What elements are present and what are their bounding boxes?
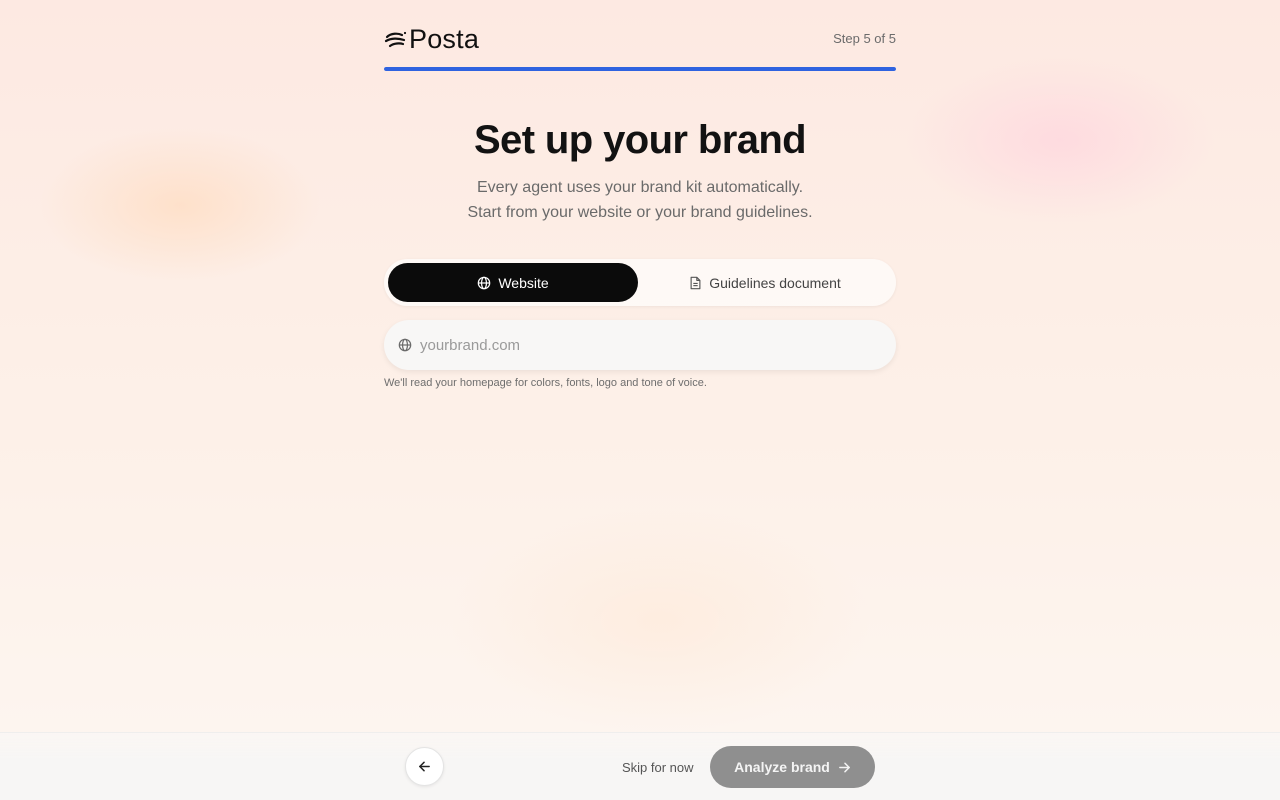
- progress-bar: [384, 67, 896, 71]
- document-icon: [690, 276, 701, 289]
- globe-icon: [478, 276, 491, 289]
- tab-website[interactable]: Website: [388, 263, 638, 302]
- globe-icon: [398, 338, 412, 352]
- tab-guidelines-label: Guidelines document: [709, 274, 841, 291]
- website-url-input[interactable]: [420, 336, 860, 354]
- page-subtitle: Every agent uses your brand kit automati…: [384, 175, 896, 225]
- posta-logo: Posta: [384, 24, 479, 54]
- subtitle-line-2: Start from your website or your brand gu…: [467, 204, 813, 221]
- subtitle-line-1: Every agent uses your brand kit automati…: [476, 179, 804, 196]
- website-url-field: [384, 320, 896, 370]
- analyze-brand-button[interactable]: Analyze brand: [710, 746, 875, 788]
- arrow-right-icon: [838, 762, 850, 772]
- tab-website-label: Website: [498, 274, 549, 291]
- skip-for-now-link[interactable]: Skip for now: [622, 760, 694, 775]
- footer-bar: Skip for now Analyze brand: [0, 732, 1280, 800]
- back-button[interactable]: [405, 747, 444, 786]
- step-indicator: Step 5 of 5: [833, 31, 896, 46]
- page-title: Set up your brand: [473, 118, 807, 162]
- analyze-brand-label: Analyze brand: [734, 759, 830, 775]
- arrow-left-icon: [419, 761, 430, 772]
- posta-logo-swirl-icon: [384, 31, 407, 48]
- tab-guidelines-document[interactable]: Guidelines document: [638, 263, 892, 302]
- source-toggle: Website Guidelines document: [384, 259, 896, 306]
- website-input-hint: We'll read your homepage for colors, fon…: [384, 377, 707, 389]
- progress-bar-fill: [384, 67, 896, 71]
- brand-name: Posta: [409, 24, 480, 54]
